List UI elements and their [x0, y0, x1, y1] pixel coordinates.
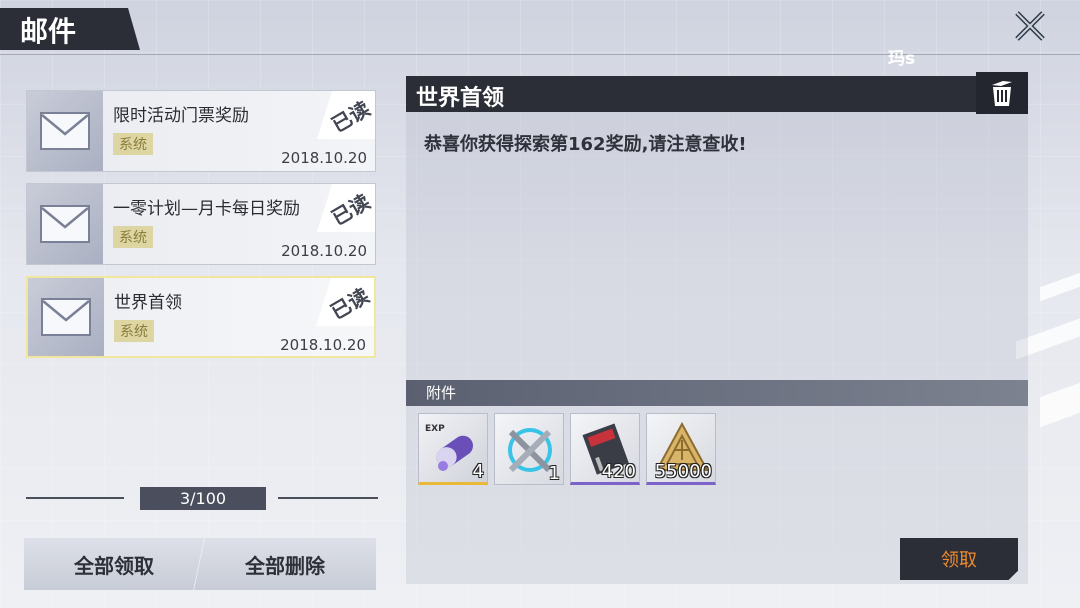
mail-tag: 系统: [113, 133, 153, 155]
detail-body: 恭喜你获得探索第162奖励,请注意查收!: [424, 134, 747, 155]
read-stamp: 已读: [317, 184, 375, 232]
mail-thumbnail: [27, 91, 103, 171]
attachment-quantity: 420: [601, 461, 636, 482]
detail-header: 世界首领: [406, 72, 1028, 114]
close-icon: [1015, 11, 1045, 41]
read-stamp: 已读: [316, 278, 374, 326]
mail-item-selected[interactable]: 世界首领 系统 2018.10.20 已读: [26, 276, 376, 358]
mail-item[interactable]: 限时活动门票奖励 系统 2018.10.20 已读: [26, 90, 376, 172]
mail-title: 限时活动门票奖励: [113, 106, 249, 126]
attachment-quantity: 1: [548, 463, 560, 484]
delete-mail-button[interactable]: [976, 72, 1028, 114]
envelope-icon: [41, 298, 91, 336]
attachment-item[interactable]: 420: [570, 413, 640, 485]
envelope-icon: [40, 112, 90, 150]
envelope-icon: [40, 205, 90, 243]
trash-icon: [992, 81, 1012, 106]
mail-counter: 3/100: [140, 487, 266, 510]
claim-button[interactable]: 领取: [900, 538, 1018, 580]
mail-thumbnail: [28, 278, 104, 356]
page-title: 邮件: [20, 15, 77, 48]
mail-tag: 系统: [114, 320, 154, 342]
mail-thumbnail: [27, 184, 103, 264]
mail-item[interactable]: 一零计划—月卡每日奖励 系统 2018.10.20 已读: [26, 183, 376, 265]
user-name: 玛s: [888, 49, 916, 69]
read-stamp-label: 已读: [327, 188, 375, 230]
mail-date: 2018.10.20: [280, 336, 366, 354]
header-divider: [0, 54, 1080, 55]
counter-divider: [278, 497, 378, 499]
detail-title: 世界首领: [416, 86, 505, 111]
delete-all-button[interactable]: 全部删除: [194, 538, 376, 590]
close-button[interactable]: [1008, 4, 1052, 48]
attachment-item[interactable]: EXP 4: [418, 413, 488, 485]
mail-date: 2018.10.20: [281, 242, 367, 260]
claim-all-button[interactable]: 全部领取: [24, 538, 204, 590]
attachment-item[interactable]: 1: [494, 413, 564, 485]
attachment-quantity: 55000: [654, 461, 712, 482]
attachment-item[interactable]: 55000: [646, 413, 716, 485]
read-stamp-label: 已读: [327, 95, 375, 137]
mail-date: 2018.10.20: [281, 149, 367, 167]
attachment-quantity: 4: [472, 461, 484, 482]
mail-detail-panel: 世界首领 恭喜你获得探索第162奖励,请注意查收!: [406, 72, 1028, 584]
attachments-header: 附件: [406, 380, 1028, 406]
mail-title: 一零计划—月卡每日奖励: [113, 199, 300, 219]
counter-divider: [26, 497, 124, 499]
read-stamp: 已读: [317, 91, 375, 139]
exp-label: EXP: [425, 424, 445, 434]
mail-tag: 系统: [113, 226, 153, 248]
read-stamp-label: 已读: [326, 282, 374, 324]
mail-title: 世界首领: [114, 293, 182, 313]
